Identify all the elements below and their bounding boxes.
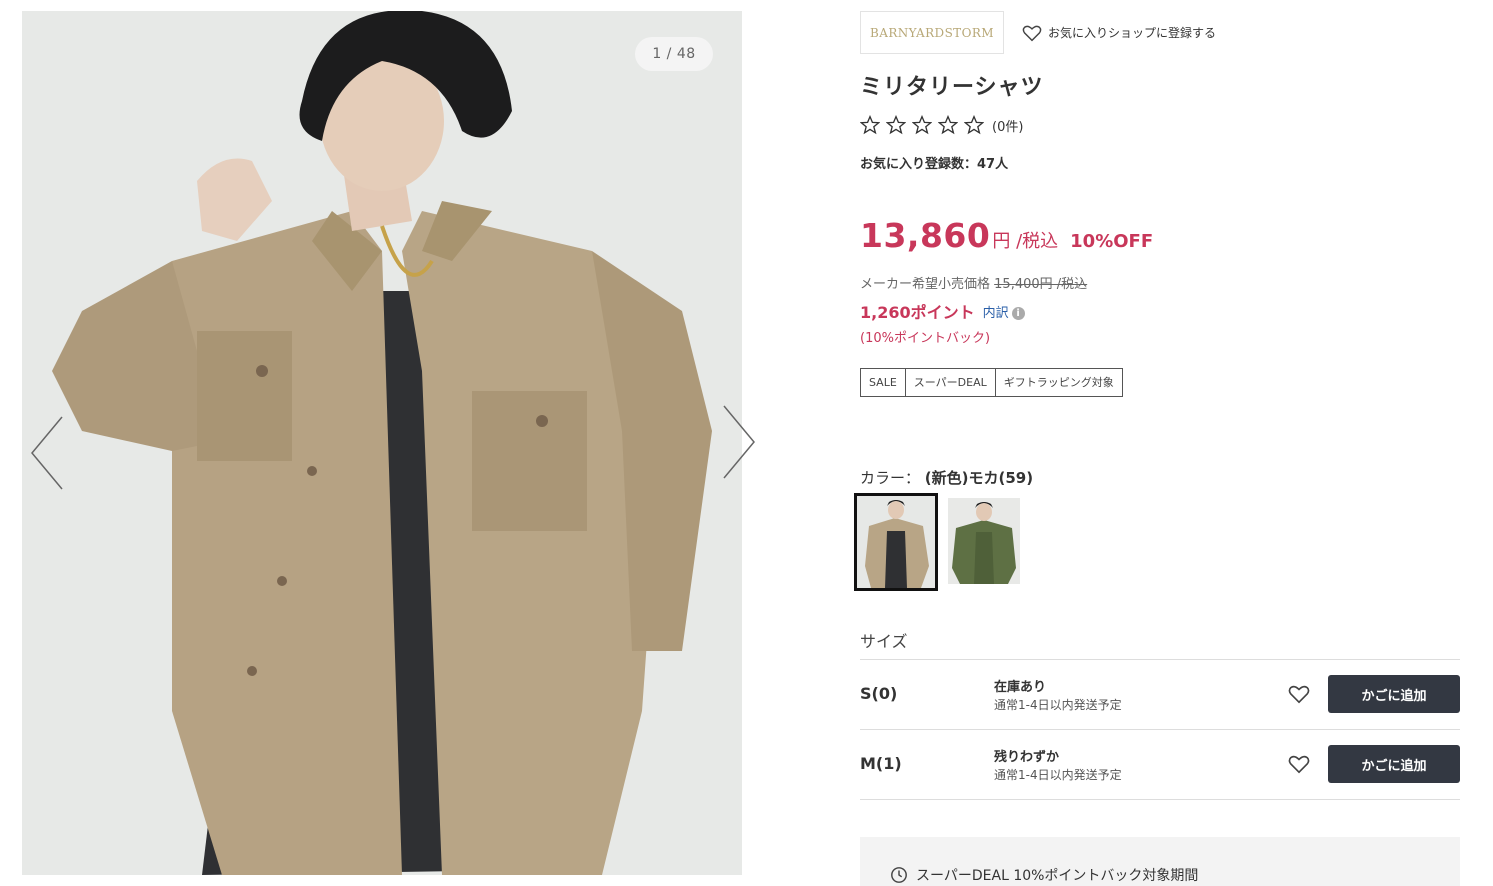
star-icon: [860, 115, 880, 135]
list-price: メーカー希望小売価格 15,400円 /税込: [860, 273, 1087, 292]
favorite-shop-label: お気に入りショップに登録する: [1048, 26, 1217, 40]
list-price-label: メーカー希望小売価格: [860, 277, 991, 292]
rating-count: (0件): [992, 119, 1024, 135]
size-row-m: M(1) 残りわずか 通常1-4日以内発送予定 かごに追加: [860, 730, 1460, 800]
heart-icon: [1022, 25, 1042, 41]
swatch-khaki-thumbnail: [948, 498, 1020, 584]
stock-status: 残りわずか: [994, 750, 1060, 765]
selected-color: (新色)モカ(59): [924, 469, 1034, 487]
clock-icon: [891, 867, 907, 883]
discount-badge: 10%OFF: [1070, 231, 1154, 252]
size-title: サイズ: [860, 632, 908, 651]
add-to-cart-button[interactable]: かごに追加: [1328, 745, 1460, 783]
swatch-mocha-thumbnail: [857, 496, 935, 588]
points-value: 1,260ポイント: [860, 303, 975, 322]
tag-gift-wrapping[interactable]: ギフトラッピング対象: [996, 369, 1122, 396]
sale-price: 13,860: [860, 216, 991, 255]
add-to-cart-button[interactable]: かごに追加: [1328, 675, 1460, 713]
next-image-button[interactable]: [718, 402, 758, 482]
price-row: 13,860 円 /税込 10%OFF: [860, 216, 1153, 255]
product-info: BARNYARDSTORM お気に入りショップに登録する ミリタリーシャツ (0…: [854, 11, 1460, 886]
tag-sale[interactable]: SALE: [861, 369, 906, 396]
points-row: 1,260ポイント 内訳 i: [860, 299, 1025, 323]
pointback-text: (10%ポイントバック): [860, 331, 991, 346]
prev-image-button[interactable]: [28, 413, 68, 493]
tag-list: SALE スーパーDEAL ギフトラッピング対象: [860, 368, 1123, 397]
super-deal-text: スーパーDEAL 10%ポイントバック対象期間: [916, 868, 1199, 884]
color-label: カラー： (新色)モカ(59): [860, 467, 1033, 488]
favorite-count: お気に入り登録数：47人: [860, 153, 1008, 172]
size-name: M(1): [860, 754, 902, 773]
list-price-value: 15,400円 /税込: [994, 277, 1088, 292]
super-deal-box: スーパーDEAL 10%ポイントバック対象期間: [860, 837, 1460, 886]
size-name: S(0): [860, 684, 898, 703]
heart-icon[interactable]: [1288, 754, 1310, 774]
image-counter: 1 / 48: [635, 37, 713, 71]
star-icon: [912, 115, 932, 135]
product-title: ミリタリーシャツ: [860, 75, 1044, 100]
shipping-estimate: 通常1-4日以内発送予定: [994, 698, 1122, 712]
breakdown-label: 内訳: [982, 305, 1009, 321]
rating[interactable]: (0件): [860, 115, 1023, 135]
favorite-shop-button[interactable]: お気に入りショップに登録する: [1022, 24, 1216, 42]
brand-logo[interactable]: BARNYARDSTORM: [860, 11, 1004, 54]
chevron-right-icon: [723, 405, 755, 479]
tag-super-deal[interactable]: スーパーDEAL: [906, 369, 996, 396]
star-icon: [938, 115, 958, 135]
star-icon: [886, 115, 906, 135]
favorite-count-value: 47人: [977, 157, 1009, 172]
size-row-s: S(0) 在庫あり 通常1-4日以内発送予定 かごに追加: [860, 660, 1460, 730]
shipping-estimate: 通常1-4日以内発送予定: [994, 768, 1122, 782]
stock-status: 在庫あり: [994, 680, 1047, 695]
info-icon: i: [1011, 306, 1025, 320]
product-photo: [22, 11, 742, 875]
chevron-left-icon: [31, 416, 63, 490]
swatch-mocha[interactable]: [854, 493, 938, 591]
points-breakdown-link[interactable]: 内訳 i: [983, 302, 1025, 321]
color-swatches: [854, 493, 1020, 591]
star-rating: [860, 115, 990, 135]
star-icon: [964, 115, 984, 135]
super-deal-period: スーパーDEAL 10%ポイントバック対象期間: [890, 865, 1198, 885]
product-image-gallery[interactable]: 1 / 48: [22, 11, 742, 875]
brand-row: BARNYARDSTORM お気に入りショップに登録する: [860, 11, 1460, 54]
swatch-khaki[interactable]: [948, 498, 1020, 584]
price-unit: 円 /税込: [992, 231, 1059, 252]
color-label-prefix: カラー：: [860, 469, 921, 487]
size-list: S(0) 在庫あり 通常1-4日以内発送予定 かごに追加 M(1) 残りわずか …: [860, 659, 1460, 800]
favorite-count-label: お気に入り登録数：: [860, 157, 978, 172]
heart-icon[interactable]: [1288, 684, 1310, 704]
